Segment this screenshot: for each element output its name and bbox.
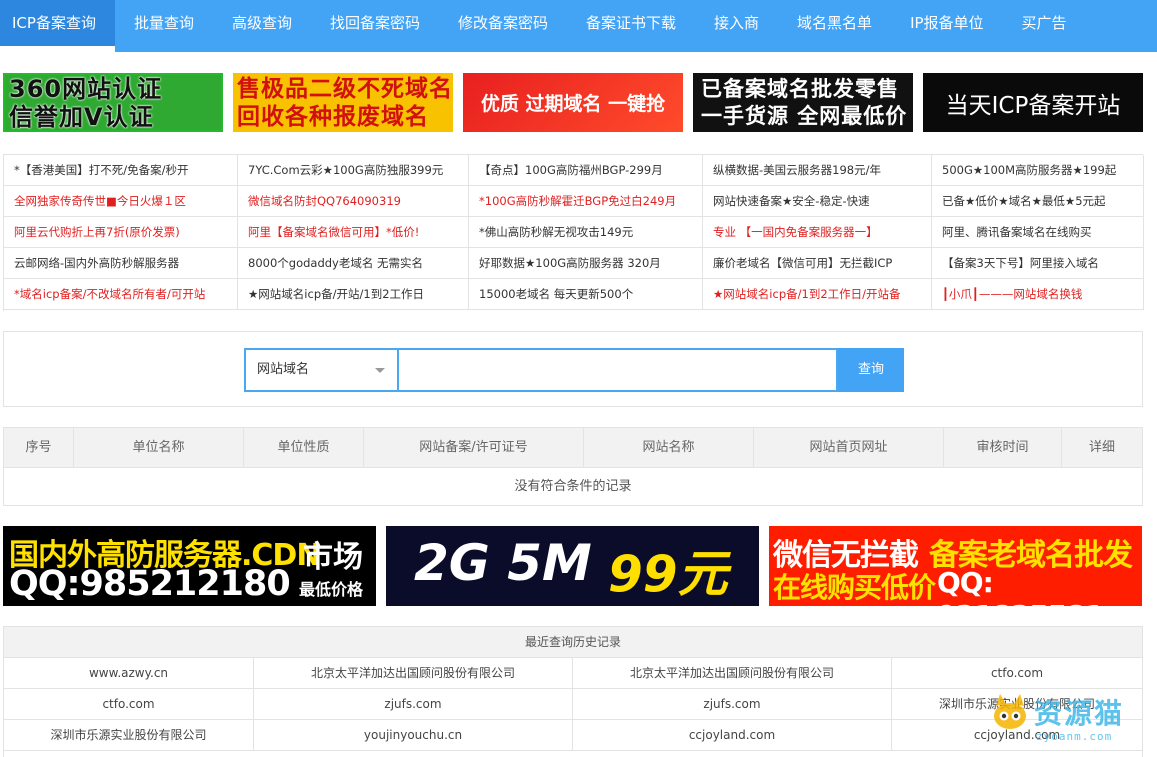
text-ad-link[interactable]: *域名icp备案/不改域名所有者/可开站: [4, 279, 238, 310]
column-header: 单位名称: [74, 428, 244, 467]
banner-line: 信誉加V认证: [9, 102, 154, 131]
search-input[interactable]: [397, 348, 838, 392]
history-link[interactable]: zjufs.com: [573, 689, 892, 720]
banner-filed-domains[interactable]: 已备案域名批发零售 一手货源 全网最低价: [693, 73, 913, 132]
history-link[interactable]: ccjoyland.com: [573, 720, 892, 751]
text-ad-link[interactable]: 已备★低价★域名★最低★5元起: [932, 186, 1144, 217]
chevron-down-icon: [375, 368, 385, 373]
history-link[interactable]: ctfo.com: [892, 658, 1142, 689]
history-link[interactable]: 深圳市乐源实业股份有限公司: [4, 720, 254, 751]
text-ad-link[interactable]: 【奇点】100G高防福州BGP-299月: [469, 155, 703, 186]
text-ad-link[interactable]: 【备案3天下号】阿里接入域名: [932, 248, 1144, 279]
column-header: 网站首页网址: [754, 428, 944, 467]
banner-line: 已备案域名批发零售: [701, 76, 899, 101]
results-table: 序号 单位名称 单位性质 网站备案/许可证号 网站名称 网站首页网址 审核时间 …: [3, 427, 1143, 506]
nav-item-batch-query[interactable]: 批量查询: [115, 0, 213, 52]
text-ad-link[interactable]: 500G★100M高防服务器★199起: [932, 155, 1144, 186]
text-ad-link[interactable]: 阿里、腾讯备案域名在线购买: [932, 217, 1144, 248]
nav-item-buy-ads[interactable]: 买广告: [1003, 0, 1086, 52]
banner-text: QQ:985212180: [9, 564, 291, 604]
text-ad-link[interactable]: ★网站域名icp备/1到2工作日/开站备: [703, 279, 932, 310]
results-header-row: 序号 单位名称 单位性质 网站备案/许可证号 网站名称 网站首页网址 审核时间 …: [4, 428, 1142, 468]
banner-line: 售极品二级不死域名: [237, 75, 453, 102]
history-link[interactable]: 北京太平洋加达出国顾问股份有限公司: [573, 658, 892, 689]
banner-text: QQ: 921825581: [937, 566, 1104, 606]
text-ad-link[interactable]: ┃小爪┃———网站域名换钱: [932, 279, 1144, 310]
history-link[interactable]: ctfo.com: [4, 689, 254, 720]
history-link[interactable]: zjufs.com: [254, 689, 573, 720]
banner-line: 回收各种报废域名: [237, 103, 429, 130]
text-ad-link[interactable]: *【香港美国】打不死/免备案/秒开: [4, 155, 238, 186]
banner-2g-5m[interactable]: 2G 5M 99元: [386, 526, 759, 606]
column-header: 审核时间: [944, 428, 1062, 467]
text-ad-link[interactable]: 微信域名防封QQ764090319: [238, 186, 469, 217]
text-ad-link[interactable]: 阿里【备案域名微信可用】*低价!: [238, 217, 469, 248]
cat-logo-icon: [994, 694, 1026, 729]
nav-item-recover-password[interactable]: 找回备案密码: [311, 0, 439, 52]
banner-text: 在线购买低价: [773, 571, 936, 604]
text-ad-link[interactable]: 7YC.Com云彩★100G高防独服399元: [238, 155, 469, 186]
nav-item-ip-filing[interactable]: IP报备单位: [891, 0, 1002, 52]
banner-text: 99元: [608, 545, 728, 603]
watermark-text: 资源猫: [1034, 697, 1125, 730]
watermark: 资源猫 zyoanm.com: [990, 690, 1150, 750]
top-nav: ICP备案查询 批量查询 高级查询 找回备案密码 修改备案密码 备案证书下载 接…: [0, 0, 1157, 52]
banner-wechat-domains[interactable]: 微信无拦截 备案老域名批发 在线购买低价 QQ: 921825581: [769, 526, 1142, 606]
text-ad-link[interactable]: 15000老域名 每天更新500个: [469, 279, 703, 310]
banner-text: 2G 5M: [414, 534, 592, 592]
search-panel: 网站域名 查询: [3, 331, 1143, 407]
text-ad-link[interactable]: 阿里云代购折上再7折(原价发票): [4, 217, 238, 248]
history-link[interactable]: www.azwy.cn: [4, 658, 254, 689]
column-header: 详细: [1088, 440, 1115, 455]
banner-domain-sale[interactable]: 售极品二级不死域名 回收各种报废域名: [233, 73, 453, 132]
search-type-value: 网站域名: [257, 362, 310, 377]
banner-line: 优质 过期域名 一键抢: [480, 93, 666, 115]
banner-line: 当天ICP备案开站: [945, 92, 1121, 119]
column-header: 单位性质: [244, 428, 364, 467]
text-ad-grid: *【香港美国】打不死/免备案/秒开 7YC.Com云彩★100G高防独服399元【…: [3, 154, 1144, 311]
nav-item-change-password[interactable]: 修改备案密码: [439, 0, 567, 52]
column-header: 网站名称: [584, 428, 754, 467]
banner-360-verify[interactable]: 360网站认证 信誉加V认证: [3, 73, 223, 132]
text-ad-link[interactable]: 好耶数据★100G高防服务器 320月: [469, 248, 703, 279]
banner-text: 市场: [303, 540, 363, 575]
text-ad-link[interactable]: 网站快速备案★安全-稳定-快速: [703, 186, 932, 217]
banner-line: 一手货源 全网最低价: [701, 103, 908, 128]
nav-item-advanced-query[interactable]: 高级查询: [213, 0, 311, 52]
text-ad-link[interactable]: 专业 【一国内免备案服务器一】: [703, 217, 932, 248]
column-header: 网站备案/许可证号: [364, 428, 584, 467]
text-ad-link[interactable]: ★网站域名icp备/开站/1到2工作日: [238, 279, 469, 310]
banner-line: 360网站认证: [9, 74, 163, 103]
banner-text: 最低价格: [299, 580, 364, 599]
column-header: 序号: [4, 428, 74, 467]
history-title: 最近查询历史记录: [4, 627, 1142, 658]
nav-item-providers[interactable]: 接入商: [695, 0, 778, 52]
empty-results-message: 没有符合条件的记录: [514, 479, 632, 494]
text-ad-link[interactable]: *佛山高防秒解无视攻击149元: [469, 217, 703, 248]
history-link[interactable]: youjinyouchu.cn: [254, 720, 573, 751]
nav-item-domain-blacklist[interactable]: 域名黑名单: [778, 0, 891, 52]
nav-item-icp-query[interactable]: ICP备案查询: [0, 0, 115, 52]
nav-item-certificate-download[interactable]: 备案证书下载: [567, 0, 695, 52]
text-ad-link[interactable]: 云邮网络-国内外高防秒解服务器: [4, 248, 238, 279]
banner-expired-domains[interactable]: 优质 过期域名 一键抢: [463, 73, 683, 132]
search-type-select[interactable]: 网站域名: [244, 348, 397, 392]
banner-ddos-servers[interactable]: 国内外高防服务器.CDN 市场 QQ:985212180 最低价格: [3, 526, 376, 606]
watermark-url: zyoanm.com: [1036, 730, 1113, 743]
banner-same-day-icp[interactable]: 当天ICP备案开站: [923, 73, 1143, 132]
text-ad-link[interactable]: *100G高防秒解霍迁BGP免过白249月: [469, 186, 703, 217]
text-ad-link[interactable]: 纵横数据-美国云服务器198元/年: [703, 155, 932, 186]
search-button[interactable]: 查询: [838, 348, 904, 392]
history-link[interactable]: 北京太平洋加达出国顾问股份有限公司: [254, 658, 573, 689]
history-grid: www.azwy.cn 北京太平洋加达出国顾问股份有限公司 北京太平洋加达出国顾问股…: [4, 658, 1142, 751]
text-ad-link[interactable]: 廉价老域名【微信可用】无拦截ICP: [703, 248, 932, 279]
query-history: 最近查询历史记录 www.azwy.cn 北京太平洋加达出国顾问股份有限公司 北京太…: [3, 626, 1143, 757]
text-ad-link[interactable]: 8000个godaddy老域名 无需实名: [238, 248, 469, 279]
text-ad-link[interactable]: 全网独家传奇传世■今日火爆１区: [4, 186, 238, 217]
